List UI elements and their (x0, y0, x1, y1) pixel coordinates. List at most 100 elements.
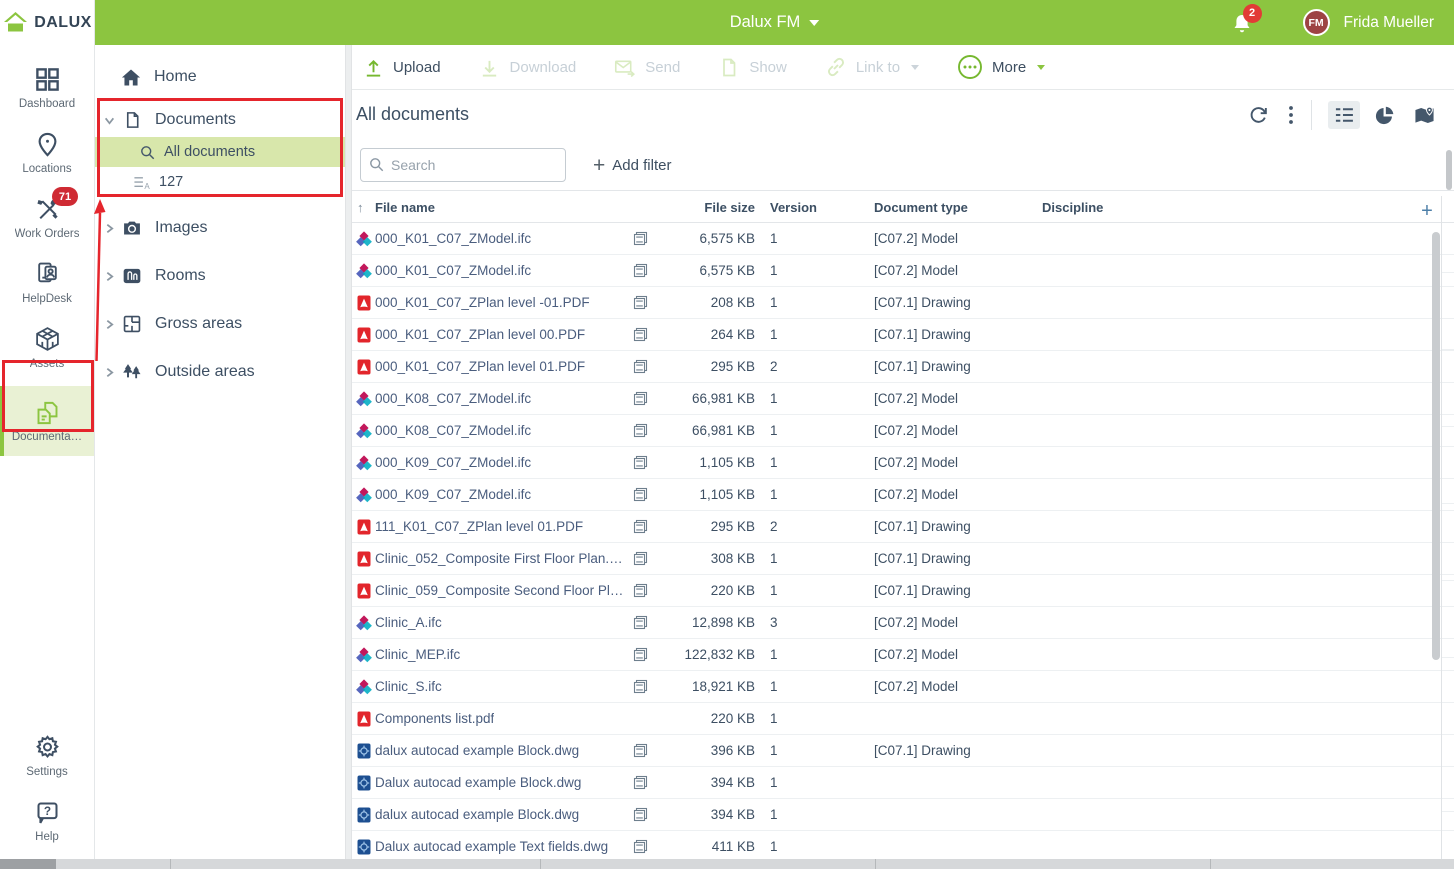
kebab-menu-icon[interactable] (1287, 104, 1295, 126)
more-button[interactable]: More (957, 54, 1045, 80)
file-version: 1 (770, 583, 778, 598)
table-row[interactable]: Clinic_MEP.ifc122,832 KB1[C07.2] Model (352, 639, 1454, 671)
panel-splitter[interactable] (345, 45, 352, 859)
document-type: [C07.2] Model (874, 391, 958, 406)
table-row[interactable]: 000_K01_C07_ZPlan level 00.PDF264 KB1[C0… (352, 319, 1454, 351)
table-row[interactable]: 000_K09_C07_ZModel.ifc1,105 KB1[C07.2] M… (352, 447, 1454, 479)
sort-ascending-icon[interactable]: ↑ (357, 200, 364, 215)
file-name[interactable]: Clinic_059_Composite Second Floor Pla… (375, 583, 627, 598)
column-discipline[interactable]: Discipline (1042, 200, 1103, 215)
file-name[interactable]: Clinic_052_Composite First Floor Plan.p… (375, 551, 627, 566)
table-row[interactable]: Clinic_S.ifc18,921 KB1[C07.2] Model (352, 671, 1454, 703)
table-row[interactable]: dalux autocad example Block.dwg396 KB1[C… (352, 735, 1454, 767)
table-row[interactable]: Dalux autocad example Block.dwg394 KB1 (352, 767, 1454, 799)
file-name[interactable]: Dalux autocad example Block.dwg (375, 775, 581, 790)
map-view-button[interactable] (1408, 101, 1440, 129)
table-row[interactable]: dalux autocad example Block.dwg394 KB1 (352, 799, 1454, 831)
file-size: 66,981 KB (637, 423, 755, 438)
tree-item-outside-areas[interactable]: Outside areas (95, 355, 345, 389)
file-name[interactable]: Components list.pdf (375, 711, 494, 726)
pie-view-button[interactable] (1368, 101, 1400, 129)
add-column-button[interactable]: + (1418, 200, 1436, 223)
sidebar-item-assets[interactable]: Assets (0, 315, 94, 380)
file-name[interactable]: dalux autocad example Block.dwg (375, 807, 579, 822)
chevron-right-icon[interactable] (103, 318, 115, 330)
rooms-icon (122, 266, 142, 286)
notifications-button[interactable]: 2 (1231, 10, 1257, 36)
column-file-size[interactable]: File size (637, 200, 755, 215)
sidebar-item-help[interactable]: ?Help (0, 788, 94, 853)
table-row[interactable]: 000_K09_C07_ZModel.ifc1,105 KB1[C07.2] M… (352, 479, 1454, 511)
horizontal-scrollbar-thumb[interactable] (0, 859, 56, 869)
file-name[interactable]: Dalux autocad example Text fields.dwg (375, 839, 608, 854)
file-name[interactable]: 000_K01_C07_ZPlan level 00.PDF (375, 327, 585, 342)
horizontal-scrollbar[interactable] (0, 859, 1454, 869)
file-name[interactable]: Clinic_MEP.ifc (375, 647, 460, 662)
add-filter-button[interactable]: + Add filter (593, 155, 671, 176)
file-name[interactable]: Clinic_A.ifc (375, 615, 442, 630)
file-size: 66,981 KB (637, 391, 755, 406)
list-view-button[interactable] (1328, 101, 1360, 129)
column-document-type[interactable]: Document type (874, 200, 968, 215)
sidebar-item-helpdesk[interactable]: HelpDesk (0, 250, 94, 315)
file-name[interactable]: 000_K01_C07_ZPlan level -01.PDF (375, 295, 590, 310)
upload-button[interactable]: Upload (362, 56, 441, 78)
user-name[interactable]: Frida Mueller (1344, 14, 1434, 32)
sidebar-item-settings[interactable]: Settings (0, 723, 94, 788)
table-row[interactable]: 000_K08_C07_ZModel.ifc66,981 KB1[C07.2] … (352, 383, 1454, 415)
work-orders-badge: 71 (52, 187, 78, 206)
tree-item-all-documents[interactable]: All documents (95, 137, 345, 167)
document-type: [C07.1] Drawing (874, 295, 971, 310)
file-name[interactable]: 000_K01_C07_ZModel.ifc (375, 231, 531, 246)
table-row[interactable]: 000_K01_C07_ZModel.ifc6,575 KB1[C07.2] M… (352, 223, 1454, 255)
table-row[interactable]: Clinic_052_Composite First Floor Plan.p…… (352, 543, 1454, 575)
table-row[interactable]: Components list.pdf220 KB1 (352, 703, 1454, 735)
sidebar-item-work-orders[interactable]: 71Work Orders (0, 185, 94, 250)
table-row[interactable]: Clinic_A.ifc12,898 KB3[C07.2] Model (352, 607, 1454, 639)
vertical-scrollbar-top[interactable] (1446, 150, 1452, 190)
column-file-name[interactable]: File name (375, 200, 435, 215)
tree-item-home[interactable]: Home (95, 57, 345, 97)
file-name[interactable]: 111_K01_C07_ZPlan level 01.PDF (375, 519, 583, 534)
file-name[interactable]: 000_K08_C07_ZModel.ifc (375, 423, 531, 438)
table-row[interactable]: 111_K01_C07_ZPlan level 01.PDF295 KB2[C0… (352, 511, 1454, 543)
chevron-right-icon[interactable] (103, 222, 115, 234)
refresh-icon[interactable] (1247, 104, 1269, 126)
camera-icon (122, 218, 142, 238)
chevron-right-icon[interactable] (103, 366, 115, 378)
table-row[interactable]: 000_K01_C07_ZPlan level -01.PDF208 KB1[C… (352, 287, 1454, 319)
chevron-down-icon[interactable] (103, 114, 115, 126)
file-name[interactable]: dalux autocad example Block.dwg (375, 743, 579, 758)
file-name[interactable]: 000_K08_C07_ZModel.ifc (375, 391, 531, 406)
avatar[interactable]: FM (1303, 9, 1330, 36)
helpdesk-icon (34, 261, 61, 288)
table-row[interactable]: 000_K01_C07_ZModel.ifc6,575 KB1[C07.2] M… (352, 255, 1454, 287)
file-name[interactable]: 000_K01_C07_ZModel.ifc (375, 263, 531, 278)
file-name[interactable]: Clinic_S.ifc (375, 679, 442, 694)
sidebar-item-locations[interactable]: Locations (0, 120, 94, 185)
tree-item-rooms[interactable]: Rooms (95, 259, 345, 293)
download-icon (479, 56, 501, 78)
file-size: 12,898 KB (637, 615, 755, 630)
tree-item-gross-areas[interactable]: Gross areas (95, 307, 345, 341)
chevron-right-icon[interactable] (103, 270, 115, 282)
sidebar-item-documenta[interactable]: Documenta… (0, 386, 94, 456)
dalux-logo[interactable]: DALUX (0, 0, 94, 45)
app-title-menu[interactable]: Dalux FM (730, 0, 820, 45)
file-version: 1 (770, 231, 778, 246)
file-name[interactable]: 000_K09_C07_ZModel.ifc (375, 487, 531, 502)
tree-item-127[interactable]: A127 (95, 167, 345, 197)
search-input[interactable] (360, 148, 566, 182)
file-name[interactable]: 000_K09_C07_ZModel.ifc (375, 455, 531, 470)
tree-item-images[interactable]: Images (95, 211, 345, 245)
sidebar-item-dashboard[interactable]: Dashboard (0, 55, 94, 120)
table-row[interactable]: Clinic_059_Composite Second Floor Pla…22… (352, 575, 1454, 607)
table-row[interactable]: 000_K08_C07_ZModel.ifc66,981 KB1[C07.2] … (352, 415, 1454, 447)
vertical-scrollbar[interactable] (1432, 232, 1440, 660)
table-row[interactable]: 000_K01_C07_ZPlan level 01.PDF295 KB2[C0… (352, 351, 1454, 383)
tree-item-label: Home (154, 68, 197, 86)
column-version[interactable]: Version (770, 200, 817, 215)
file-name[interactable]: 000_K01_C07_ZPlan level 01.PDF (375, 359, 585, 374)
document-type: [C07.1] Drawing (874, 551, 971, 566)
tree-item-documents[interactable]: Documents (95, 103, 345, 137)
